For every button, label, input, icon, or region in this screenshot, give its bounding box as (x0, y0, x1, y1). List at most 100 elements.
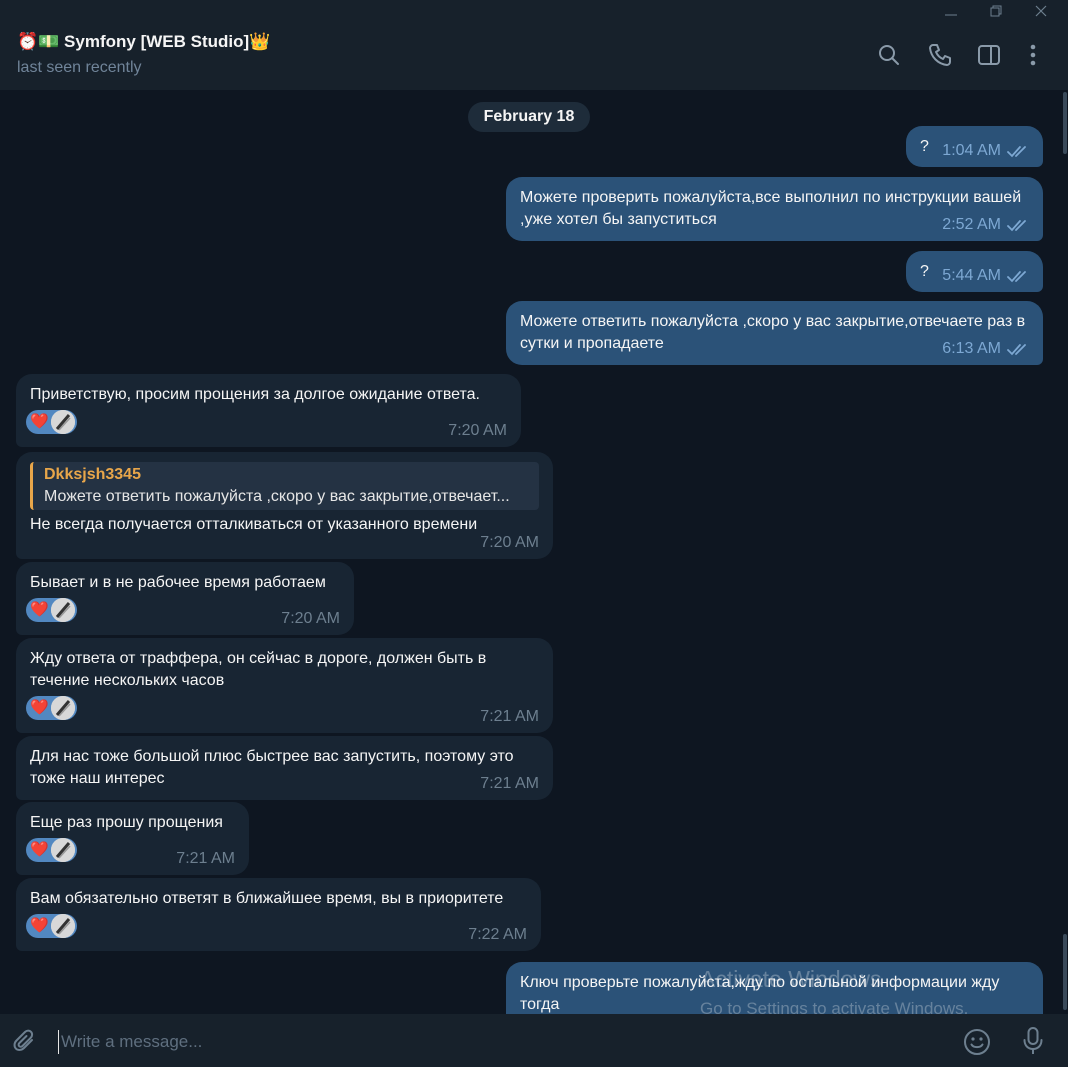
restore-button[interactable] (973, 0, 1019, 22)
message-text: Для нас тоже большой плюс быстрее вас за… (30, 748, 519, 787)
reaction-emoji: ❤️ (30, 699, 49, 716)
avatar-image-icon (50, 410, 75, 434)
minimize-icon (945, 14, 957, 16)
search-button[interactable] (876, 42, 902, 68)
reaction-bar[interactable]: ❤️ (26, 410, 507, 434)
message-text: Жду ответа от траффера, он сейчас в доро… (30, 650, 491, 689)
double-check-icon (1007, 271, 1026, 283)
watermark-line1: Activate Windows (700, 966, 882, 992)
message-meta: 7:20 AM (480, 533, 539, 553)
sidebar-toggle-icon (978, 45, 1000, 65)
date-separator: February 18 (468, 102, 590, 132)
sidebar-toggle-button[interactable] (976, 42, 1002, 68)
message-incoming[interactable]: Жду ответа от траффера, он сейчас в доро… (16, 638, 553, 733)
message-input[interactable] (58, 1030, 943, 1054)
close-window-button[interactable] (1018, 0, 1064, 22)
window-titlebar (0, 0, 1068, 22)
reaction-emoji: ❤️ (30, 601, 49, 618)
message-text: Бывает и в не рабочее время работаем (30, 574, 326, 591)
avatar-image-icon (50, 598, 75, 622)
message-incoming[interactable]: Приветствую, просим прощения за долгое о… (16, 374, 521, 447)
reactor-avatar (50, 410, 75, 434)
message-incoming[interactable]: Dkksjsh3345 Можете ответить пожалуйста ,… (16, 452, 553, 559)
search-icon (879, 45, 899, 65)
call-button[interactable] (927, 42, 953, 68)
message-incoming[interactable]: Бывает и в не рабочее время работаем ❤️ … (16, 562, 354, 635)
message-meta: 2:52 AM (942, 215, 1029, 235)
chat-status: last seen recently (17, 59, 142, 76)
message-meta: 7:20 AM (281, 609, 340, 629)
message-outgoing[interactable]: Можете проверить пожалуйста,все выполнил… (506, 177, 1043, 241)
message-text: Не всегда получается отталкиваться от ук… (30, 516, 478, 533)
double-check-icon (1007, 146, 1026, 158)
microphone-icon (1023, 1027, 1043, 1054)
chat-scrollbar[interactable] (1062, 90, 1068, 1014)
message-incoming[interactable]: Для нас тоже большой плюс быстрее вас за… (16, 736, 553, 800)
double-check-icon (1007, 344, 1026, 356)
message-time: 5:44 AM (942, 267, 1001, 284)
avatar-image-icon (50, 696, 75, 720)
reaction-heart[interactable]: ❤️ (26, 598, 77, 622)
message-meta: 5:44 AM (942, 266, 1029, 286)
message-time: 2:52 AM (942, 216, 1001, 233)
reaction-heart[interactable]: ❤️ (26, 696, 77, 720)
message-time: 1:04 AM (942, 142, 1001, 159)
reply-quote[interactable]: Dkksjsh3345 Можете ответить пожалуйста ,… (30, 462, 539, 510)
message-meta: 6:13 AM (942, 339, 1029, 359)
message-incoming[interactable]: Еще раз прошу прощения ❤️ 7:21 AM (16, 802, 249, 875)
chat-title[interactable]: ⏰💵 Symfony [WEB Studio]👑 (17, 32, 270, 52)
reaction-emoji: ❤️ (30, 841, 49, 858)
reaction-heart[interactable]: ❤️ (26, 838, 77, 862)
message-incoming[interactable]: Вам обязательно ответят в ближайшее врем… (16, 878, 541, 951)
message-meta: 7:20 AM (448, 421, 507, 441)
attach-icon (13, 1029, 34, 1051)
message-time: 7:21 AM (480, 775, 539, 792)
attach-button[interactable] (12, 1028, 38, 1054)
reactor-avatar (50, 598, 75, 622)
message-meta: 7:21 AM (480, 774, 539, 794)
message-outgoing[interactable]: Можете ответить пожалуйста ,скоро у вас … (506, 301, 1043, 365)
chat-header: ⏰💵 Symfony [WEB Studio]👑 last seen recen… (0, 22, 1068, 91)
message-time: 6:13 AM (942, 340, 1001, 357)
phone-icon (929, 44, 951, 66)
voice-record-button[interactable] (1020, 1026, 1046, 1056)
message-meta: 7:21 AM (480, 707, 539, 727)
reaction-heart[interactable]: ❤️ (26, 410, 77, 434)
scrollbar-thumb[interactable] (1063, 934, 1067, 1010)
message-time: 7:20 AM (281, 610, 340, 627)
message-outgoing[interactable]: ? 1:04 AM (906, 126, 1043, 167)
message-time: 7:20 AM (480, 534, 539, 551)
avatar-image-icon (50, 838, 75, 862)
reaction-bar[interactable]: ❤️ (26, 914, 527, 938)
restore-icon (990, 5, 1002, 17)
more-vertical-icon (1030, 44, 1036, 66)
message-meta: 7:22 AM (468, 925, 527, 945)
message-text: Вам обязательно ответят в ближайшее врем… (30, 890, 504, 907)
avatar-image-icon (50, 914, 75, 938)
more-menu-button[interactable] (1020, 42, 1046, 68)
reaction-bar[interactable]: ❤️ (26, 696, 539, 720)
message-meta: 1:04 AM (942, 141, 1029, 161)
close-icon (1035, 5, 1047, 17)
windows-activation-watermark: Activate Windows Go to Settings to activ… (700, 966, 968, 1019)
reaction-emoji: ❤️ (30, 917, 49, 934)
minimize-button[interactable] (928, 0, 974, 22)
message-meta: 7:21 AM (176, 849, 235, 869)
message-composer (0, 1014, 1068, 1067)
scrollbar-thumb-top[interactable] (1063, 92, 1067, 154)
message-list[interactable]: February 18 ? 1:04 AM Можете проверить п… (0, 90, 1062, 1014)
reaction-heart[interactable]: ❤️ (26, 914, 77, 938)
reaction-emoji: ❤️ (30, 413, 49, 430)
reply-text: Можете ответить пожалуйста ,скоро у вас … (44, 488, 510, 505)
reactor-avatar (50, 838, 75, 862)
emoji-button[interactable] (963, 1028, 991, 1056)
message-time: 7:21 AM (480, 708, 539, 725)
double-check-icon (1007, 220, 1026, 232)
message-time: 7:20 AM (448, 422, 507, 439)
message-time: 7:21 AM (176, 850, 235, 867)
message-text: Еще раз прошу прощения (30, 814, 223, 831)
message-outgoing[interactable]: ? 5:44 AM (906, 251, 1043, 292)
emoji-icon (964, 1029, 990, 1055)
reply-author: Dkksjsh3345 (44, 466, 141, 483)
message-time: 7:22 AM (468, 926, 527, 943)
